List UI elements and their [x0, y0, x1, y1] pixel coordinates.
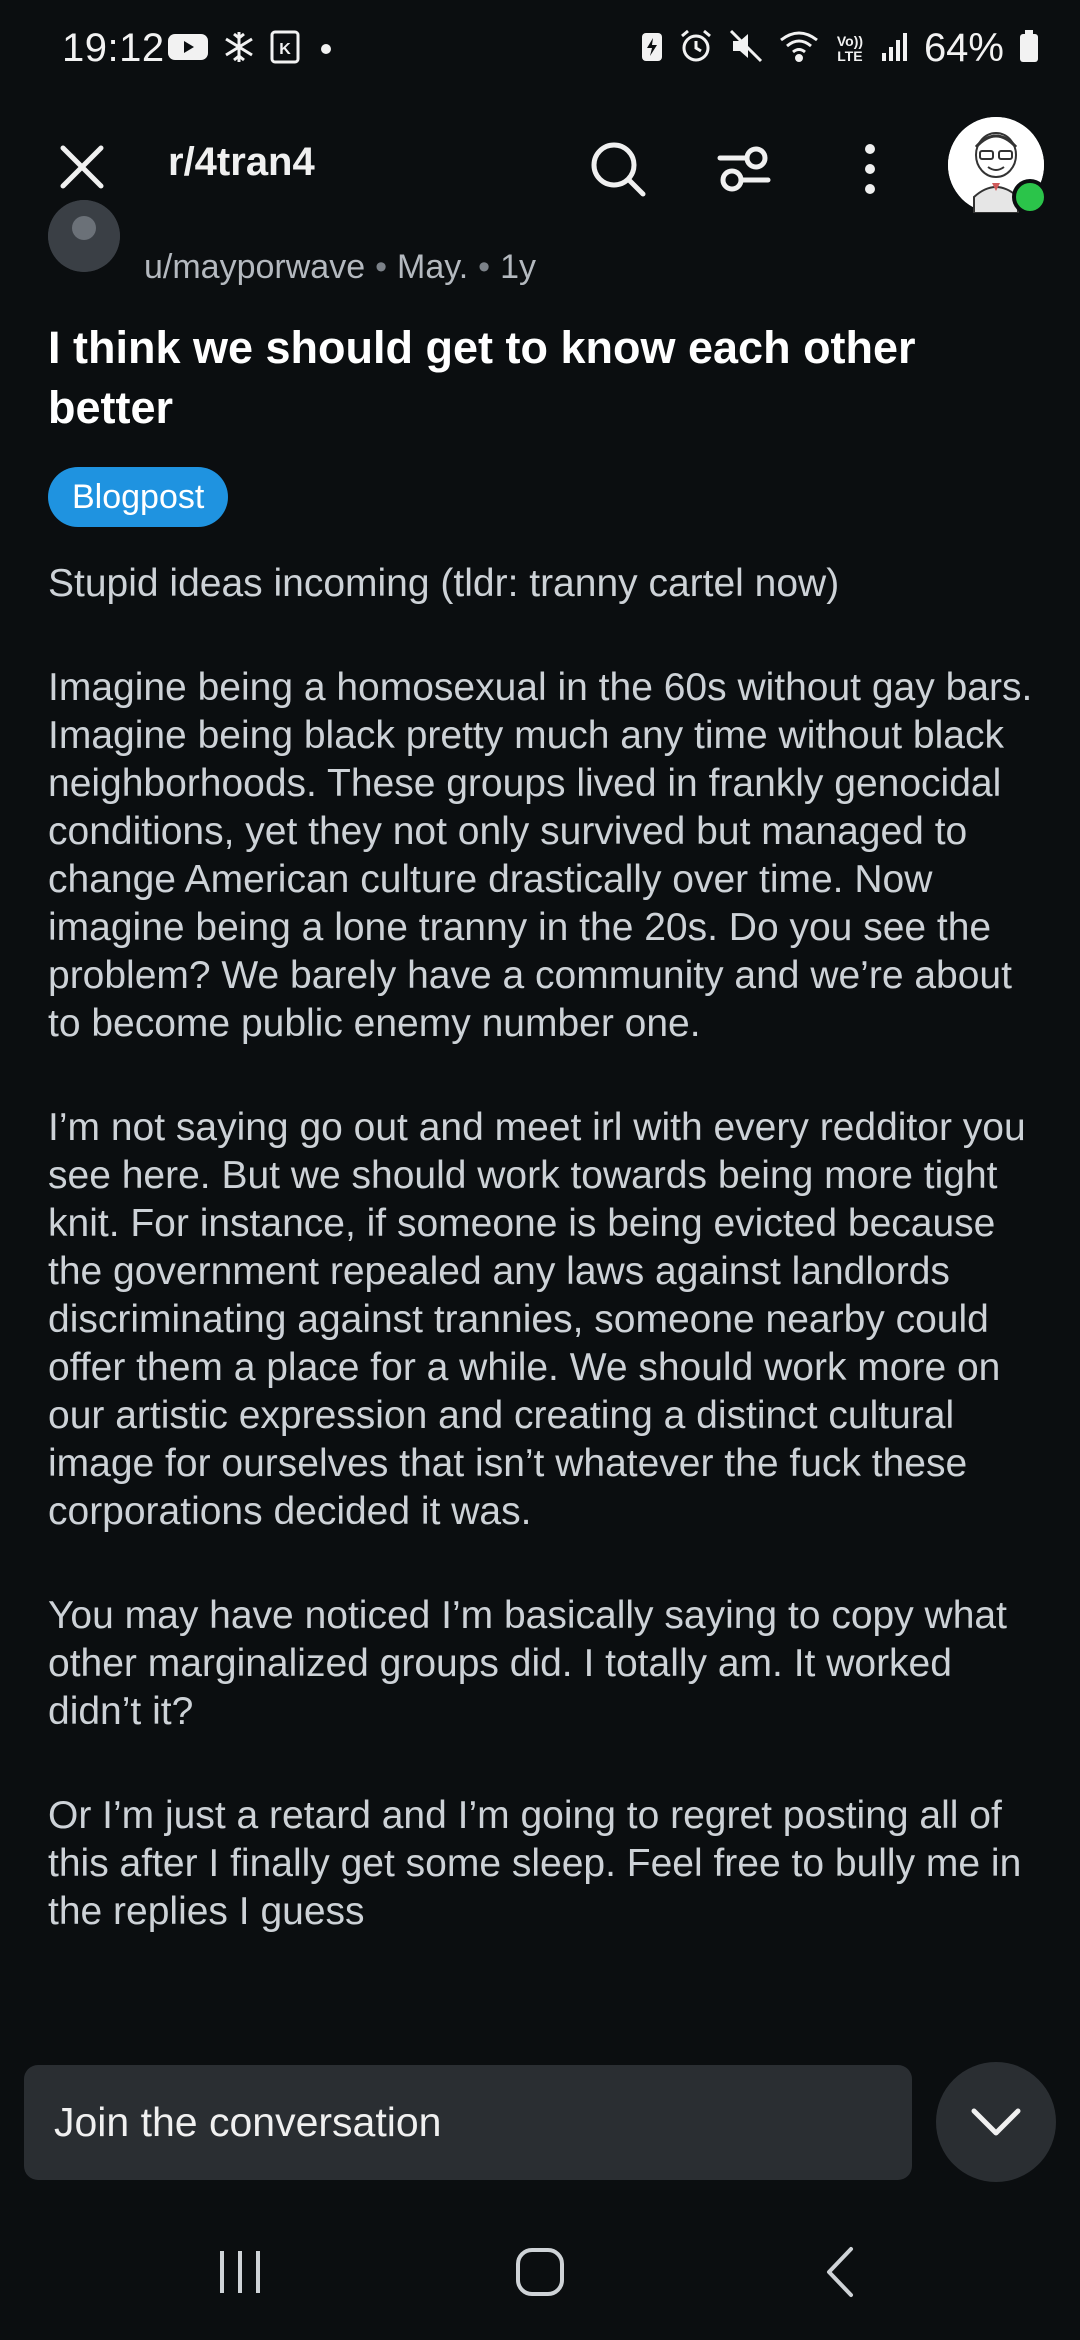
- chevron-down-icon: [971, 2108, 1021, 2136]
- battery-icon: [1018, 28, 1040, 69]
- status-bar: 19:12 K Vo)) LTE 64%: [0, 0, 1080, 105]
- battery-saver-icon: [640, 29, 664, 68]
- svg-text:K: K: [279, 41, 291, 58]
- post-paragraph: You may have noticed I’m basically sayin…: [48, 1594, 1007, 1733]
- status-left-icons: K: [168, 30, 338, 69]
- status-right-icons: Vo)) LTE 64%: [640, 26, 1040, 71]
- back-icon: [827, 2247, 853, 2297]
- back-button[interactable]: [800, 2242, 880, 2302]
- post-paragraph: I’m not saying go out and meet irl with …: [48, 1106, 1026, 1533]
- status-time: 19:12: [62, 26, 165, 70]
- volte-icon: Vo)) LTE: [836, 32, 864, 64]
- close-button[interactable]: [50, 135, 114, 199]
- system-nav-bar: [0, 2200, 1080, 2340]
- post-title: I think we should get to know each other…: [48, 322, 916, 433]
- author-avatar[interactable]: [48, 200, 120, 272]
- more-vertical-icon: [865, 144, 875, 194]
- more-options-button[interactable]: [834, 133, 906, 205]
- post-paragraph: Imagine being a homosexual in the 60s wi…: [48, 666, 1033, 1045]
- home-button[interactable]: [500, 2242, 580, 2302]
- search-icon: [591, 142, 646, 197]
- subreddit-name[interactable]: r/4tran4: [168, 140, 315, 185]
- dot-icon: [314, 30, 338, 69]
- join-conversation-input[interactable]: Join the conversation: [24, 2065, 912, 2180]
- collapse-button[interactable]: [936, 2062, 1056, 2182]
- author-meta: u/mayporwave • May. • 1y: [144, 248, 536, 286]
- youtube-icon: [168, 32, 208, 67]
- snowflake-icon: [222, 30, 256, 69]
- post-flair[interactable]: Blogpost: [48, 467, 229, 527]
- search-button[interactable]: [582, 133, 654, 205]
- post-body: Stupid ideas incoming (tldr: tranny cart…: [48, 560, 1038, 1992]
- post-paragraph: Stupid ideas incoming (tldr: tranny cart…: [48, 562, 840, 605]
- mute-icon: [728, 28, 764, 69]
- post-paragraph: Or I’m just a retard and I’m going to re…: [48, 1794, 1022, 1933]
- online-status-dot: [1012, 179, 1048, 215]
- top-app-bar: r/4tran4: [0, 105, 1080, 225]
- alarm-icon: [678, 28, 714, 69]
- keyboard-icon: K: [270, 30, 300, 69]
- join-conversation-placeholder: Join the conversation: [54, 2099, 442, 2145]
- filter-icon: [717, 146, 771, 192]
- post-age: 1y: [500, 248, 536, 286]
- post-month: May.: [397, 248, 469, 286]
- signal-icon: [880, 29, 910, 68]
- recents-icon: [220, 2251, 260, 2293]
- home-icon: [516, 2248, 564, 2296]
- author-username[interactable]: u/mayporwave: [144, 248, 365, 286]
- recents-button[interactable]: [200, 2242, 280, 2302]
- user-avatar[interactable]: [948, 117, 1048, 215]
- filter-button[interactable]: [708, 133, 780, 205]
- post-author-row: u/mayporwave • May. • 1y: [0, 200, 1080, 290]
- battery-percent: 64%: [923, 26, 1004, 70]
- wifi-icon: [778, 28, 820, 69]
- close-icon: [60, 145, 104, 189]
